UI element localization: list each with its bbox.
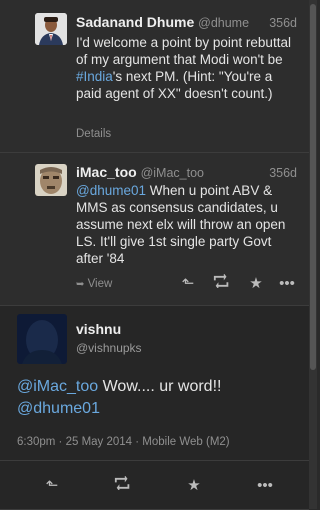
tweet-actions: ⬑ ★ •••: [40, 475, 277, 494]
focused-tweet: vishnu @vishnupks @iMac_too Wow.... ur w…: [0, 306, 309, 510]
author-display-name[interactable]: Sadanand Dhume: [76, 14, 194, 30]
tweet-imac-too[interactable]: iMac_too @iMac_too 356d @dhume01 When u …: [0, 153, 309, 306]
tweet-timestamp[interactable]: 6:30pm · 25 May 2014 · Mobile Web (M2): [17, 436, 230, 448]
author-name[interactable]: iMac_too @iMac_too: [76, 164, 204, 180]
favorite-icon[interactable]: ★: [182, 476, 206, 494]
author-handle[interactable]: @dhume: [198, 16, 249, 30]
expand-arrow-icon: ➥: [76, 279, 85, 290]
more-icon[interactable]: •••: [272, 275, 302, 292]
author-display-name[interactable]: iMac_too: [76, 164, 137, 180]
divider: [0, 460, 309, 461]
author-handle[interactable]: @iMac_too: [141, 166, 204, 180]
avatar[interactable]: [17, 314, 67, 364]
tweet-text: @dhume01 When u point ABV & MMS as conse…: [76, 183, 286, 266]
retweet-icon[interactable]: [204, 273, 240, 292]
tweet-text: I'd welcome a point by point rebuttal of…: [76, 35, 291, 101]
scrollbar[interactable]: [309, 0, 317, 509]
hashtag-link[interactable]: #India: [76, 69, 113, 84]
tweet-age[interactable]: 356d: [269, 166, 297, 180]
mention-link[interactable]: @dhume01: [17, 400, 100, 417]
mention-link[interactable]: @iMac_too: [17, 378, 98, 395]
tweet-text: @iMac_too Wow.... ur word!! @dhume01: [17, 378, 222, 417]
avatar[interactable]: [35, 13, 67, 45]
tweet-age[interactable]: 356d: [269, 16, 297, 30]
author-display-name[interactable]: vishnu: [76, 321, 121, 337]
scrollbar-thumb[interactable]: [310, 4, 316, 370]
author-name[interactable]: Sadanand Dhume @dhume: [76, 14, 249, 30]
conversation-thread: Sadanand Dhume @dhume 356d I'd welcome a…: [0, 0, 309, 510]
favorite-icon[interactable]: ★: [240, 274, 272, 292]
details-link[interactable]: Details: [76, 128, 111, 140]
retweet-icon[interactable]: [111, 475, 135, 494]
reply-icon[interactable]: ⬑: [40, 476, 64, 494]
tweet-actions: ⬑ ★ •••: [172, 273, 302, 292]
more-icon[interactable]: •••: [253, 477, 277, 494]
mention-link[interactable]: @dhume01: [76, 183, 146, 198]
author-handle[interactable]: @vishnupks: [76, 341, 142, 355]
tweet-dhume[interactable]: Sadanand Dhume @dhume 356d I'd welcome a…: [0, 0, 309, 153]
view-conversation-link[interactable]: ➥ View: [76, 278, 112, 290]
avatar[interactable]: [35, 164, 67, 196]
reply-icon[interactable]: ⬑: [172, 274, 204, 292]
